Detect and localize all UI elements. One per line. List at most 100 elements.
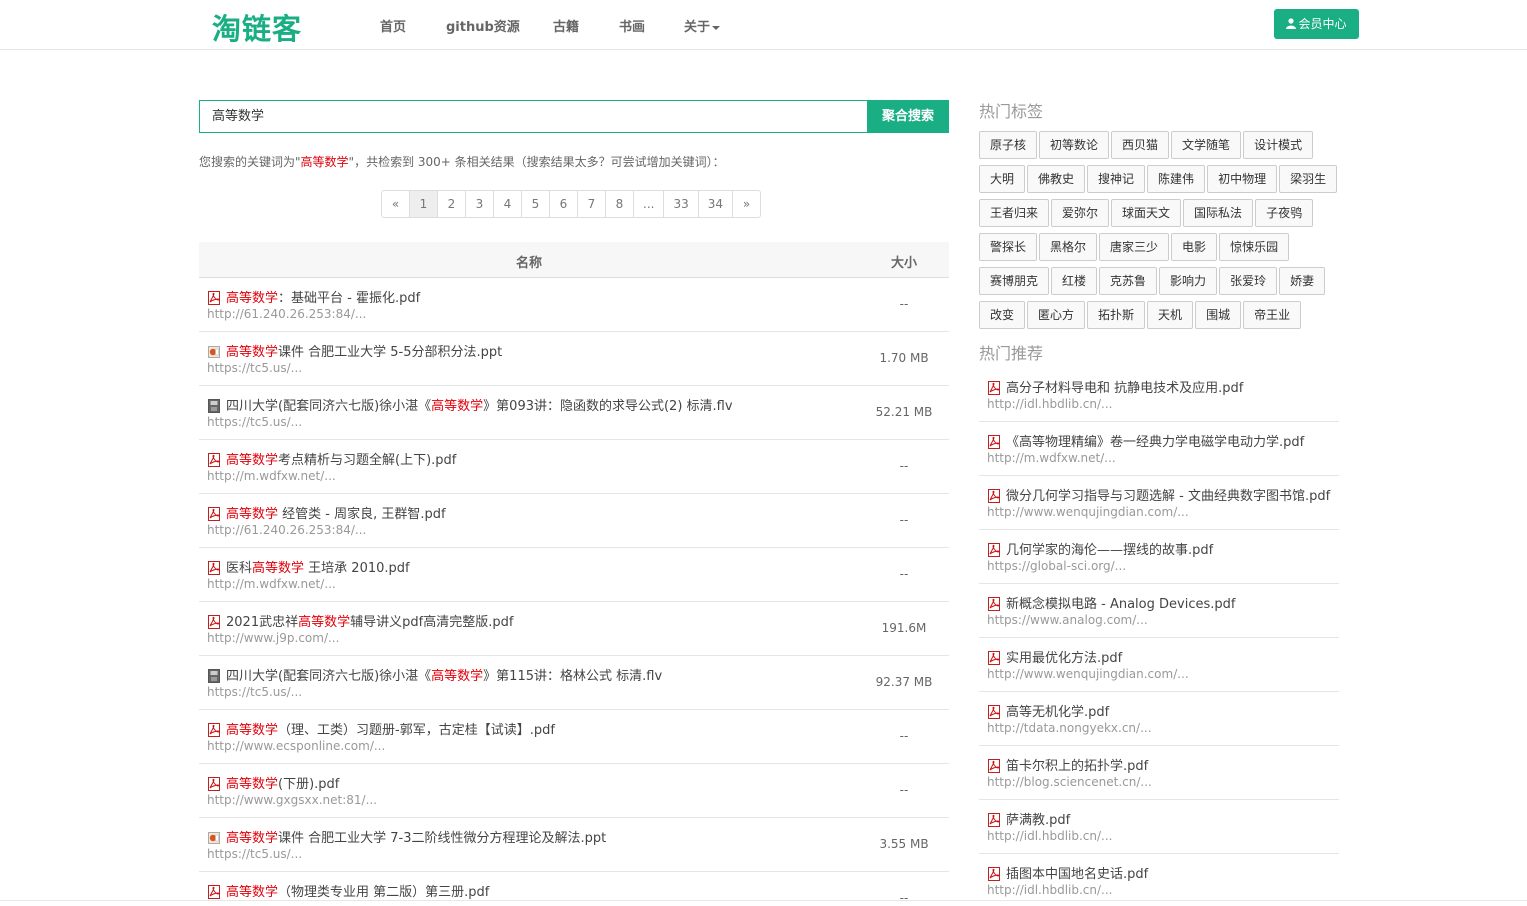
- recommend-title-link[interactable]: 新概念模拟电路 - Analog Devices.pdf: [987, 593, 1235, 612]
- page-button[interactable]: 8: [605, 190, 634, 218]
- result-title-link[interactable]: 高等数学（物理类专业用 第二版）第三册.pdf: [207, 881, 489, 900]
- result-title-keyword: 高等数学: [431, 399, 484, 414]
- hot-tag[interactable]: 佛教史: [1027, 165, 1086, 193]
- nav-github[interactable]: github资源: [446, 16, 520, 35]
- result-title-link[interactable]: 2021武忠祥高等数学辅导讲义pdf高清完整版.pdf: [207, 611, 513, 630]
- recommend-title-link[interactable]: 高等无机化学.pdf: [987, 701, 1109, 720]
- result-size: --: [899, 297, 909, 311]
- result-title-link[interactable]: 高等数学 经管类 - 周家良, 王群智.pdf: [207, 503, 446, 522]
- hot-tag[interactable]: 围城: [1195, 301, 1242, 329]
- page-button[interactable]: 4: [493, 190, 522, 218]
- hot-tag[interactable]: 王者归来: [979, 199, 1050, 227]
- page-button[interactable]: 6: [549, 190, 578, 218]
- recommend-title-link[interactable]: 《高等物理精编》卷一经典力学电磁学电动力学.pdf: [987, 431, 1304, 450]
- hot-tag[interactable]: 陈建伟: [1147, 165, 1206, 193]
- hot-tag[interactable]: 改变: [979, 301, 1026, 329]
- hot-tag[interactable]: 梁羽生: [1279, 165, 1338, 193]
- hot-tag[interactable]: 原子核: [979, 131, 1038, 159]
- hot-tag[interactable]: 娇妻: [1279, 267, 1326, 295]
- hot-tag[interactable]: 大明: [979, 165, 1026, 193]
- hot-tag[interactable]: 惊悚乐园: [1219, 233, 1290, 261]
- hot-tag[interactable]: 唐家三少: [1099, 233, 1170, 261]
- recommend-title-link[interactable]: 萨满教.pdf: [987, 809, 1070, 828]
- result-title-link[interactable]: 高等数学课件 合肥工业大学 5-5分部积分法.ppt: [207, 341, 502, 360]
- result-title-link[interactable]: 高等数学(下册).pdf: [207, 773, 339, 792]
- nav-home[interactable]: 首页: [380, 16, 406, 35]
- hot-tag[interactable]: 初中物理: [1207, 165, 1278, 193]
- page-next-button[interactable]: »: [732, 190, 762, 218]
- recommend-url: http://m.wdfxw.net/...: [987, 451, 1116, 465]
- result-title-link[interactable]: 四川大学(配套同济六七版)徐小湛《高等数学》第093讲：隐函数的求导公式(2) …: [207, 395, 733, 414]
- pdf-icon: [207, 885, 221, 899]
- pdf-icon: [207, 507, 221, 521]
- pdf-icon: [987, 651, 1001, 665]
- nav-calligraphy[interactable]: 书画: [619, 16, 645, 35]
- page-button[interactable]: 7: [577, 190, 606, 218]
- hot-tag[interactable]: 文学随笔: [1171, 131, 1242, 159]
- site-logo[interactable]: 淘链客: [212, 6, 302, 48]
- hot-tag[interactable]: 影响力: [1159, 267, 1218, 295]
- nav-ancient-books[interactable]: 古籍: [553, 16, 579, 35]
- result-title-post: （理、工类）习题册-郭军，古定桂【试读】.pdf: [278, 723, 555, 738]
- summary-suffix: "，共检索到 300+ 条相关结果（搜索结果太多？可尝试增加关键词）：: [348, 155, 725, 169]
- hot-tag[interactable]: 黑格尔: [1039, 233, 1098, 261]
- result-title-link[interactable]: 高等数学：基础平台 - 霍振化.pdf: [207, 287, 420, 306]
- column-header-name: 名称: [515, 256, 542, 271]
- hot-tag[interactable]: 张爱玲: [1219, 267, 1278, 295]
- result-summary: 您搜索的关键词为"高等数学"，共检索到 300+ 条相关结果（搜索结果太多？可尝…: [199, 153, 725, 170]
- hot-tag[interactable]: 子夜鸮: [1255, 199, 1314, 227]
- hot-tag[interactable]: 西贝猫: [1111, 131, 1170, 159]
- result-title-link[interactable]: 四川大学(配套同济六七版)徐小湛《高等数学》第115讲：格林公式 标清.flv: [207, 665, 662, 684]
- page-prev-button[interactable]: «: [381, 190, 410, 218]
- page-button[interactable]: 33: [663, 190, 699, 218]
- tag-row: 警探长 黑格尔 唐家三少 电影 惊悚乐园: [979, 233, 1339, 261]
- hot-recommend-title: 热门推荐: [979, 344, 1044, 363]
- hot-tag[interactable]: 搜神记: [1087, 165, 1146, 193]
- hot-tag[interactable]: 设计模式: [1243, 131, 1314, 159]
- pdf-icon: [207, 561, 221, 575]
- recommend-title-link[interactable]: 笛卡尔积上的拓扑学.pdf: [987, 755, 1148, 774]
- result-title-link[interactable]: 高等数学考点精析与习题全解(上下).pdf: [207, 449, 456, 468]
- page-button[interactable]: 34: [697, 190, 734, 218]
- result-title-keyword: 高等数学: [226, 345, 279, 360]
- result-url: https://tc5.us/...: [207, 415, 303, 429]
- hot-tag[interactable]: 电影: [1171, 233, 1218, 261]
- hot-tag[interactable]: 帝王业: [1243, 301, 1302, 329]
- search-input[interactable]: 高等数学: [199, 100, 868, 133]
- hot-tag[interactable]: 匿心方: [1027, 301, 1086, 329]
- hot-tag[interactable]: 爱弥尔: [1051, 199, 1110, 227]
- result-url: http://www.j9p.com/...: [207, 631, 340, 645]
- result-title-link[interactable]: 高等数学（理、工类）习题册-郭军，古定桂【试读】.pdf: [207, 719, 555, 738]
- result-url: http://61.240.26.253:84/...: [207, 523, 367, 537]
- page-button[interactable]: 3: [465, 190, 494, 218]
- hot-tag[interactable]: 初等数论: [1039, 131, 1110, 159]
- result-title-link[interactable]: 医科高等数学 王培承 2010.pdf: [207, 557, 410, 576]
- page-button[interactable]: 5: [521, 190, 550, 218]
- recommend-title-link[interactable]: 高分子材料导电和 抗静电技术及应用.pdf: [987, 377, 1243, 396]
- member-center-button[interactable]: 会员中心: [1274, 9, 1359, 39]
- hot-tag[interactable]: 拓扑斯: [1087, 301, 1146, 329]
- hot-tag[interactable]: 克苏鲁: [1099, 267, 1158, 295]
- result-url: http://www.gxgsxx.net:81/...: [207, 793, 378, 807]
- result-size: 191.6M: [881, 621, 927, 635]
- search-button[interactable]: 聚合搜索: [867, 100, 949, 133]
- pdf-icon: [207, 723, 221, 737]
- page-button[interactable]: 2: [437, 190, 466, 218]
- hot-tag[interactable]: 天机: [1147, 301, 1194, 329]
- hot-tags: 原子核 初等数论 西贝猫 文学随笔 设计模式大明 佛教史 搜神记 陈建伟 初中物理 梁羽生王者归来…: [979, 131, 1339, 335]
- hot-tag[interactable]: 警探长: [979, 233, 1038, 261]
- recommend-title-link[interactable]: 实用最优化方法.pdf: [987, 647, 1122, 666]
- result-size: --: [899, 783, 909, 797]
- nav-about[interactable]: 关于: [684, 16, 721, 35]
- recommend-title-link[interactable]: 几何学家的海伦——摆线的故事.pdf: [987, 539, 1213, 558]
- hot-tag[interactable]: 国际私法: [1183, 199, 1254, 227]
- pdf-icon: [987, 867, 1001, 881]
- hot-tag[interactable]: 赛博朋克: [979, 267, 1050, 295]
- page-button[interactable]: 1: [409, 190, 438, 218]
- result-title-link[interactable]: 高等数学课件 合肥工业大学 7-3二阶线性微分方程理论及解法.ppt: [207, 827, 606, 846]
- result-size: 52.21 MB: [875, 405, 933, 419]
- hot-tag[interactable]: 红楼: [1051, 267, 1098, 295]
- recommend-title-link[interactable]: 插图本中国地名史话.pdf: [987, 863, 1148, 882]
- recommend-title-link[interactable]: 微分几何学习指导与习题选解 - 文曲经典数字图书馆.pdf: [987, 485, 1330, 504]
- hot-tag[interactable]: 球面天文: [1111, 199, 1182, 227]
